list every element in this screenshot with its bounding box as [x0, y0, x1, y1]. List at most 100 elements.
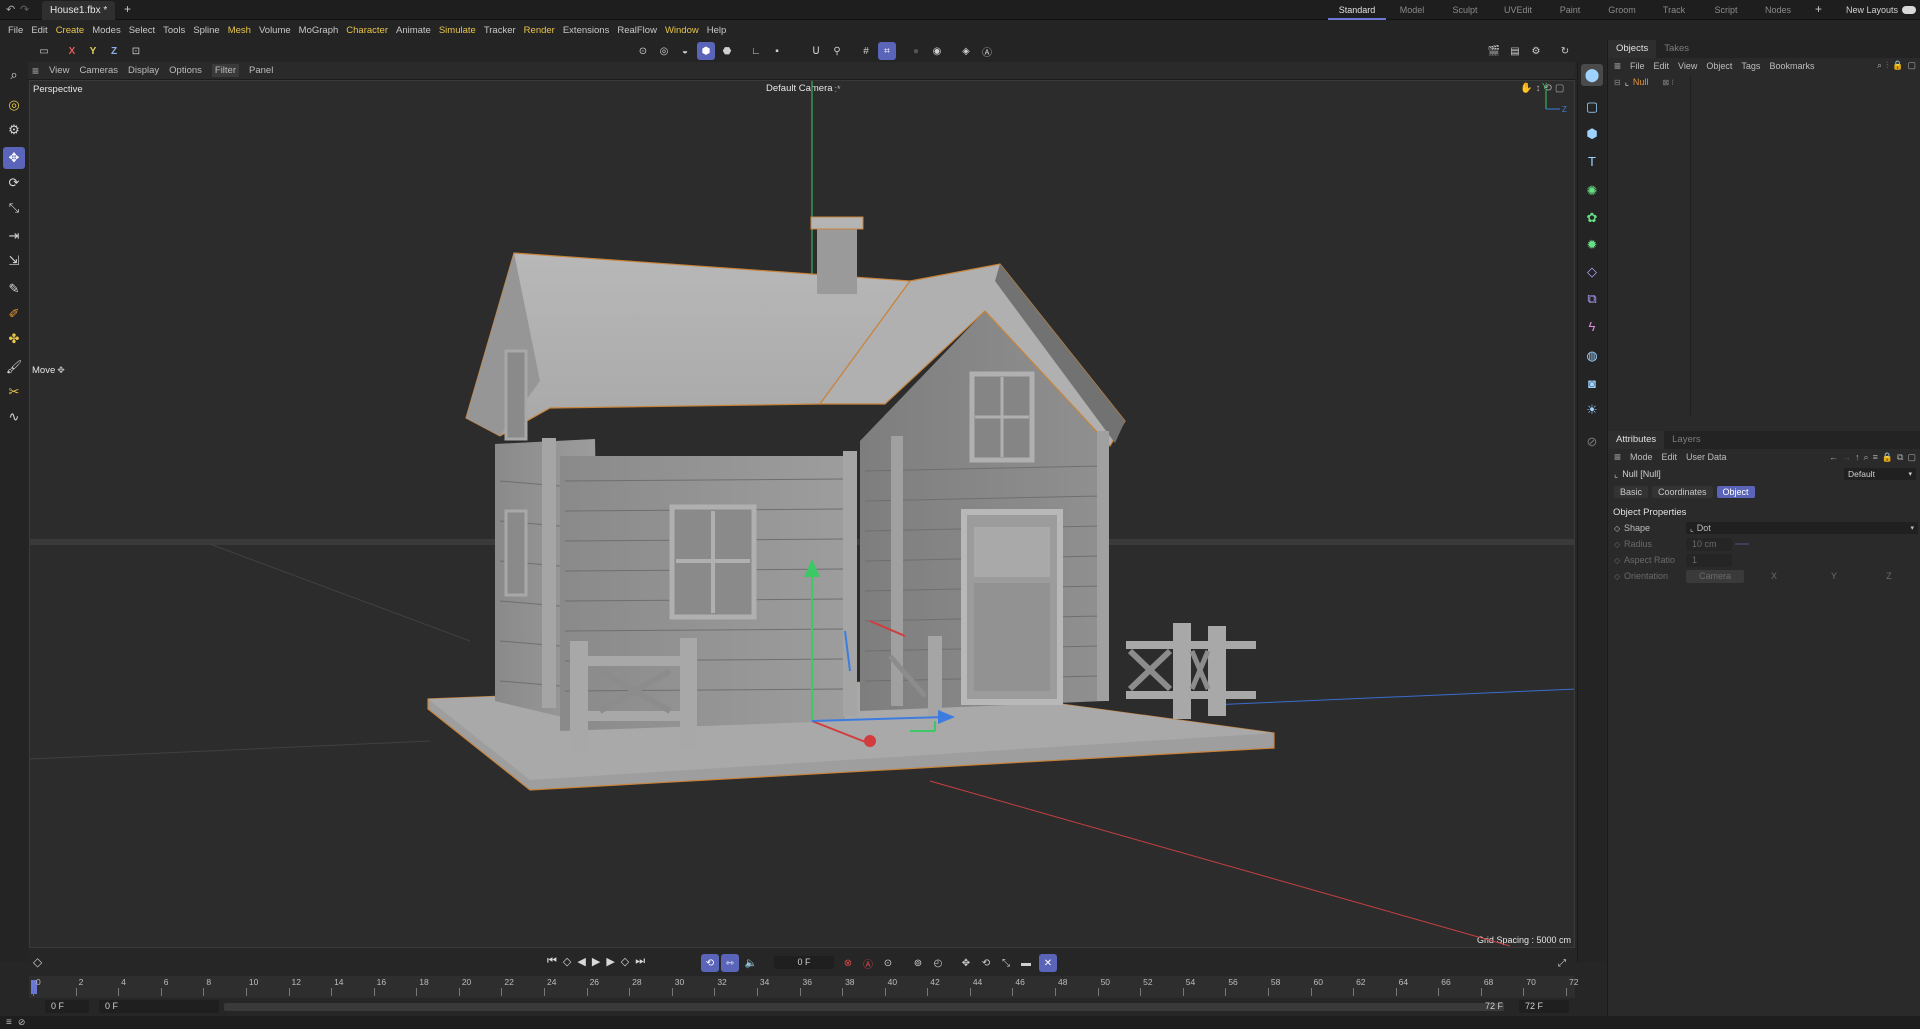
- light-icon[interactable]: ☀: [1581, 399, 1603, 421]
- prev-frame-icon[interactable]: ◀: [577, 955, 585, 968]
- grid-icon[interactable]: #: [857, 42, 875, 60]
- preview-end-field[interactable]: 72 F: [1449, 1000, 1509, 1013]
- radius-field[interactable]: 10 cm: [1686, 537, 1732, 551]
- next-frame-icon[interactable]: ▶: [606, 955, 614, 968]
- cloner-icon[interactable]: ✿: [1581, 207, 1603, 229]
- keyframe-dot-icon[interactable]: ◇: [1614, 524, 1624, 533]
- z-axis-lock-button[interactable]: Z: [105, 42, 123, 60]
- objects-menu-view[interactable]: View: [1678, 61, 1697, 71]
- preview-start-field[interactable]: 0 F: [99, 1000, 219, 1013]
- go-to-start-icon[interactable]: ⏮: [547, 955, 557, 968]
- menu-spline[interactable]: Spline: [193, 25, 219, 36]
- menu-create[interactable]: Create: [56, 25, 85, 36]
- visibility-toggle-icon[interactable]: ⊠ ⁝: [1662, 78, 1673, 87]
- snap-keys-icon[interactable]: ✕: [1039, 954, 1057, 972]
- undo-icon[interactable]: ↶: [6, 3, 15, 16]
- viewport-menu-view[interactable]: View: [49, 65, 69, 76]
- polygons-mode-icon[interactable]: ◒: [676, 42, 694, 60]
- objects-hamburger-icon[interactable]: ≡: [1614, 59, 1621, 73]
- orientation-camera-button[interactable]: Camera: [1686, 569, 1744, 583]
- current-frame-field[interactable]: 0 F: [774, 956, 834, 969]
- new-panel-icon[interactable]: ⧉: [1897, 452, 1903, 463]
- generator-icon[interactable]: ✺: [1581, 180, 1603, 202]
- layout-tab-uvedit[interactable]: UVEdit: [1492, 0, 1544, 20]
- knife-icon[interactable]: ✂: [3, 381, 25, 403]
- settings-icon[interactable]: ⚙: [3, 119, 25, 141]
- viewport-menu-options[interactable]: Options: [169, 65, 202, 76]
- brush-icon[interactable]: 🖌: [3, 356, 25, 378]
- select-object-icon[interactable]: ⬤: [1581, 64, 1603, 86]
- move-tool-icon[interactable]: ✥: [3, 147, 25, 169]
- menu-help[interactable]: Help: [707, 25, 727, 36]
- lock-icon[interactable]: 🔒: [1882, 452, 1893, 463]
- tab-layers[interactable]: Layers: [1664, 431, 1709, 449]
- scene-start-field[interactable]: 0 F: [45, 1000, 89, 1013]
- model-mode-icon[interactable]: ⬢: [697, 42, 715, 60]
- menu-animate[interactable]: Animate: [396, 25, 431, 36]
- objects-menu-object[interactable]: Object: [1706, 61, 1732, 71]
- cube-icon[interactable]: ⬢: [1581, 123, 1603, 145]
- x-axis-lock-button[interactable]: X: [63, 42, 81, 60]
- aspect-ratio-field[interactable]: 1: [1686, 553, 1732, 567]
- menu-modes[interactable]: Modes: [92, 25, 121, 36]
- menu-mograph[interactable]: MoGraph: [299, 25, 339, 36]
- twist-tool-icon[interactable]: ∿: [3, 406, 25, 428]
- layout-tab-paint[interactable]: Paint: [1544, 0, 1596, 20]
- tab-objects[interactable]: Objects: [1608, 40, 1657, 58]
- menu-tools[interactable]: Tools: [163, 25, 185, 36]
- radius-slider[interactable]: [1735, 543, 1749, 545]
- orientation-y-button[interactable]: Y: [1804, 571, 1864, 581]
- deformer-icon[interactable]: ◇: [1581, 261, 1603, 283]
- tag-icon[interactable]: ⊘: [1581, 431, 1603, 453]
- layout-tab-standard[interactable]: Standard: [1328, 0, 1386, 20]
- up-arrow-icon[interactable]: ↑: [1855, 452, 1860, 462]
- camera-icon[interactable]: ◙: [1581, 372, 1603, 394]
- objects-menu-edit[interactable]: Edit: [1654, 61, 1670, 71]
- keyframe-dot-icon[interactable]: ◇: [1614, 572, 1624, 581]
- expand-toggle-icon[interactable]: ⊟: [1614, 78, 1621, 87]
- new-tab-icon[interactable]: +: [124, 2, 131, 16]
- refresh-icon[interactable]: ↻: [1556, 42, 1574, 60]
- soft-selection-icon[interactable]: ⚲: [828, 42, 846, 60]
- scene-end-field[interactable]: 72 F: [1519, 1000, 1569, 1013]
- document-tab[interactable]: House1.fbx *: [42, 1, 116, 20]
- 3d-viewport[interactable]: Perspective Default Camera :* ✋ ↕ ⟲ ▢ Mo…: [29, 80, 1575, 948]
- spline-pen-icon[interactable]: ✎: [3, 278, 25, 300]
- menu-extensions[interactable]: Extensions: [563, 25, 609, 36]
- layout-toggle-icon[interactable]: [1902, 6, 1916, 14]
- tab-attributes[interactable]: Attributes: [1608, 431, 1665, 449]
- objects-menu-tags[interactable]: Tags: [1741, 61, 1760, 71]
- attributes-menu-user-data[interactable]: User Data: [1686, 452, 1727, 462]
- scale-tool-icon[interactable]: ⤡: [3, 197, 25, 219]
- graph-view-icon[interactable]: ⤢: [1553, 954, 1571, 972]
- menu-mesh[interactable]: Mesh: [228, 25, 251, 36]
- axis-mode-icon[interactable]: ∟: [747, 42, 765, 60]
- loop-icon[interactable]: ⟲: [701, 954, 719, 972]
- viewport-hamburger-icon[interactable]: ≡: [32, 64, 39, 78]
- field-icon[interactable]: ⧉: [1581, 288, 1603, 310]
- rotate-tool-icon[interactable]: ⟳: [3, 172, 25, 194]
- menu-tracker[interactable]: Tracker: [484, 25, 516, 36]
- objects-menu-bookmarks[interactable]: Bookmarks: [1769, 61, 1814, 71]
- autokey-icon[interactable]: Ⓐ: [859, 954, 877, 972]
- status-menu-icon[interactable]: ≡: [6, 1017, 12, 1028]
- attributes-hamburger-icon[interactable]: ≡: [1614, 450, 1621, 464]
- menu-render[interactable]: Render: [524, 25, 555, 36]
- environment-icon[interactable]: ◍: [1581, 345, 1603, 367]
- menu-character[interactable]: Character: [346, 25, 388, 36]
- y-axis-lock-button[interactable]: Y: [84, 42, 102, 60]
- add-layout-icon[interactable]: +: [1815, 2, 1822, 16]
- edges-mode-icon[interactable]: ◎: [655, 42, 673, 60]
- layout-tab-script[interactable]: Script: [1700, 0, 1752, 20]
- filter-icon[interactable]: ⫶: [1886, 60, 1888, 71]
- effector-icon[interactable]: ✹: [1581, 234, 1603, 256]
- points-mode-icon[interactable]: ⊙: [634, 42, 652, 60]
- layout-tab-track[interactable]: Track: [1648, 0, 1700, 20]
- preview-range-icon[interactable]: ⇿: [721, 954, 739, 972]
- transfer-tool-icon[interactable]: ⇥: [3, 225, 25, 247]
- range-slider[interactable]: [224, 1003, 1504, 1011]
- play-icon[interactable]: ▶: [592, 955, 600, 968]
- orientation-x-button[interactable]: X: [1744, 571, 1804, 581]
- autokey-icon[interactable]: Ⓐ: [978, 42, 996, 60]
- menu-simulate[interactable]: Simulate: [439, 25, 476, 36]
